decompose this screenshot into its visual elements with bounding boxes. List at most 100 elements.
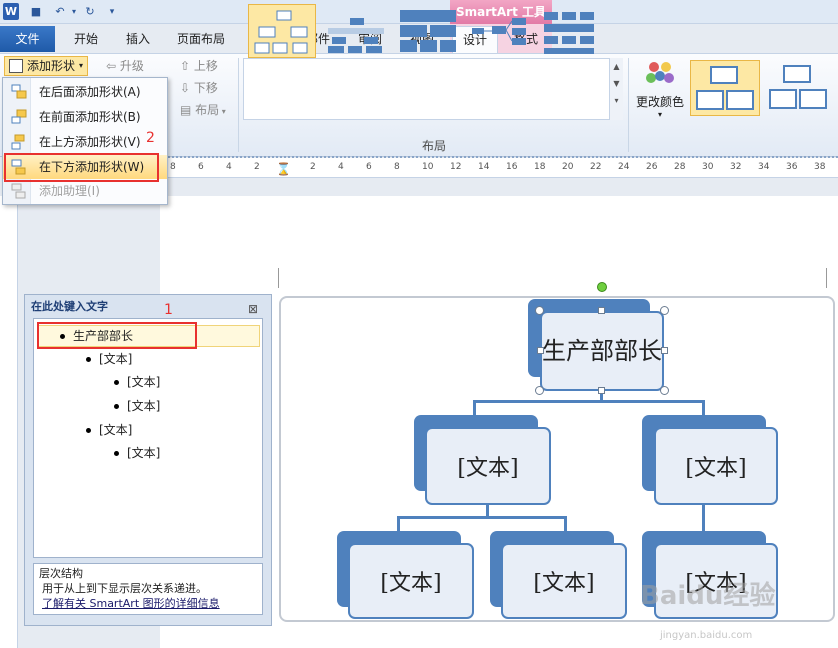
arrow-down-icon: ⇩ bbox=[180, 81, 194, 95]
tab-home[interactable]: 开始 bbox=[66, 28, 106, 50]
add-assistant-icon bbox=[11, 183, 26, 199]
ruler-tick-label: 24 bbox=[618, 162, 630, 172]
gallery-scroll[interactable]: ▲ ▼ ▾ bbox=[609, 58, 623, 120]
move-down-button[interactable]: ⇩ 下移 bbox=[180, 78, 218, 98]
list-item[interactable]: [文本] bbox=[114, 372, 160, 392]
change-colors-button[interactable]: 更改颜色 ▾ bbox=[634, 58, 686, 126]
resize-handle[interactable] bbox=[598, 387, 605, 394]
layout-option-hierarchy[interactable] bbox=[248, 4, 316, 58]
layout-option-5[interactable] bbox=[540, 4, 608, 58]
rotate-handle[interactable] bbox=[597, 282, 607, 292]
margin-marker bbox=[826, 268, 827, 288]
ruler-tick-label: 36 bbox=[786, 162, 798, 172]
resize-handle[interactable] bbox=[661, 347, 668, 354]
layout-option-3[interactable] bbox=[394, 4, 462, 58]
group-separator bbox=[238, 58, 239, 152]
add-before-icon bbox=[11, 109, 27, 124]
smartart-style-1[interactable] bbox=[690, 60, 760, 116]
close-icon[interactable]: ⊠ bbox=[248, 302, 258, 316]
text-pane-description: 层次结构 用于从上到下显示层次关系递进。 了解有关 SmartArt 图形的详细… bbox=[33, 563, 263, 615]
list-item[interactable]: [文本] bbox=[86, 349, 132, 369]
list-item[interactable]: [文本] bbox=[114, 396, 160, 416]
tab-insert[interactable]: 插入 bbox=[118, 28, 158, 50]
annotation-number-1: 1 bbox=[164, 302, 173, 318]
node-mid-2[interactable]: [文本] bbox=[654, 427, 778, 505]
annotation-box-1 bbox=[37, 322, 197, 349]
menu-item-add-above[interactable]: 在上方添加形状(V) bbox=[3, 130, 167, 154]
ruler-tick-label: 28 bbox=[674, 162, 686, 172]
resize-handle[interactable] bbox=[537, 347, 544, 354]
add-shape-button[interactable]: 添加形状 ▾ bbox=[4, 56, 88, 76]
redo-icon[interactable]: ↻ bbox=[82, 4, 98, 20]
ruler-tick-label: 8 bbox=[394, 162, 400, 172]
add-shape-label: 添加形状 bbox=[27, 59, 76, 73]
ruler-tick-label: 20 bbox=[562, 162, 574, 172]
scroll-down-icon[interactable]: ▼ bbox=[610, 79, 623, 88]
layout-option-2[interactable] bbox=[322, 4, 390, 58]
vertical-ruler[interactable] bbox=[0, 196, 18, 648]
scroll-up-icon[interactable]: ▲ bbox=[610, 62, 623, 71]
ruler-tick-label: 22 bbox=[590, 162, 602, 172]
promote-button[interactable]: ⇦ 升级 bbox=[106, 56, 144, 76]
resize-handle[interactable] bbox=[598, 307, 605, 314]
text-pane-title: 在此处键入文字 bbox=[31, 300, 108, 313]
move-down-label: 下移 bbox=[193, 81, 218, 95]
ruler-tick-label: 6 bbox=[198, 162, 204, 172]
arrow-up-icon: ⇧ bbox=[180, 59, 194, 73]
customize-qat-icon[interactable]: ▾ bbox=[104, 4, 120, 20]
menu-item-add-before[interactable]: 在前面添加形状(B) bbox=[3, 105, 167, 129]
ruler-tick-label: 32 bbox=[730, 162, 742, 172]
tab-file[interactable]: 文件 bbox=[0, 26, 55, 52]
menu-item-label: 添加助理(I) bbox=[39, 184, 100, 198]
chevron-down-icon: ▾ bbox=[79, 61, 84, 70]
resize-handle[interactable] bbox=[660, 306, 669, 315]
ruler-tick-label: 8 bbox=[170, 162, 176, 172]
smartart-style-2[interactable] bbox=[764, 60, 834, 116]
watermark-url: jingyan.baidu.com bbox=[660, 630, 753, 641]
ruler-tick-label: 6 bbox=[366, 162, 372, 172]
add-shape-icon bbox=[9, 59, 23, 73]
menu-item-add-assistant[interactable]: 添加助理(I) bbox=[3, 179, 167, 203]
menu-item-label: 在上方添加形状(V) bbox=[39, 135, 141, 149]
group-label-layouts: 布局 bbox=[422, 139, 447, 153]
ruler-tick-label: 16 bbox=[506, 162, 518, 172]
desc-text: 用于从上到下显示层次关系递进。 bbox=[42, 582, 207, 595]
learn-more-link[interactable]: 了解有关 SmartArt 图形的详细信息 bbox=[42, 597, 220, 610]
node-mid-1[interactable]: [文本] bbox=[425, 427, 551, 505]
ruler-tick-label: 38 bbox=[814, 162, 826, 172]
menu-item-add-after[interactable]: 在后面添加形状(A) bbox=[3, 80, 167, 104]
ruler-tick-label: 14 bbox=[478, 162, 490, 172]
desc-title: 层次结构 bbox=[39, 567, 83, 580]
ruler-tick-label: 34 bbox=[758, 162, 770, 172]
annotation-number-2: 2 bbox=[146, 130, 155, 146]
undo-dropdown-icon[interactable]: ▾ bbox=[66, 4, 82, 20]
indent-marker-icon[interactable]: ⌛ bbox=[276, 162, 291, 176]
promote-label: 升级 bbox=[119, 59, 144, 73]
tab-page-layout[interactable]: 页面布局 bbox=[172, 28, 230, 50]
node-bottom-1[interactable]: [文本] bbox=[348, 543, 474, 619]
ruler-tick-label: 10 bbox=[422, 162, 434, 172]
layout-option-4[interactable] bbox=[468, 4, 536, 58]
group-separator bbox=[628, 58, 629, 152]
resize-handle[interactable] bbox=[535, 386, 544, 395]
word-logo-icon[interactable]: W bbox=[3, 3, 19, 20]
margin-marker bbox=[278, 268, 279, 288]
list-item[interactable]: [文本] bbox=[86, 420, 132, 440]
move-up-button[interactable]: ⇧ 上移 bbox=[180, 56, 218, 76]
resize-handle[interactable] bbox=[660, 386, 669, 395]
layout-button[interactable]: ▤ 布局 ▾ bbox=[180, 100, 226, 120]
save-icon[interactable]: ■ bbox=[28, 4, 44, 20]
resize-handle[interactable] bbox=[535, 306, 544, 315]
add-shape-menu: 在后面添加形状(A) 在前面添加形状(B) 在上方添加形状(V) 在下方添加形状… bbox=[2, 77, 168, 205]
node-top[interactable]: 生产部部长 bbox=[540, 311, 664, 391]
connector-line bbox=[702, 504, 705, 534]
ruler-tick-label: 4 bbox=[226, 162, 232, 172]
text-pane-list[interactable] bbox=[33, 318, 263, 558]
connector-line bbox=[473, 400, 705, 403]
ruler-tick-label: 18 bbox=[534, 162, 546, 172]
gallery-more-icon[interactable]: ▾ bbox=[610, 96, 623, 105]
ruler-tick-label: 30 bbox=[702, 162, 714, 172]
list-item[interactable]: [文本] bbox=[114, 443, 160, 463]
node-bottom-2[interactable]: [文本] bbox=[501, 543, 627, 619]
color-palette-icon bbox=[646, 62, 674, 83]
